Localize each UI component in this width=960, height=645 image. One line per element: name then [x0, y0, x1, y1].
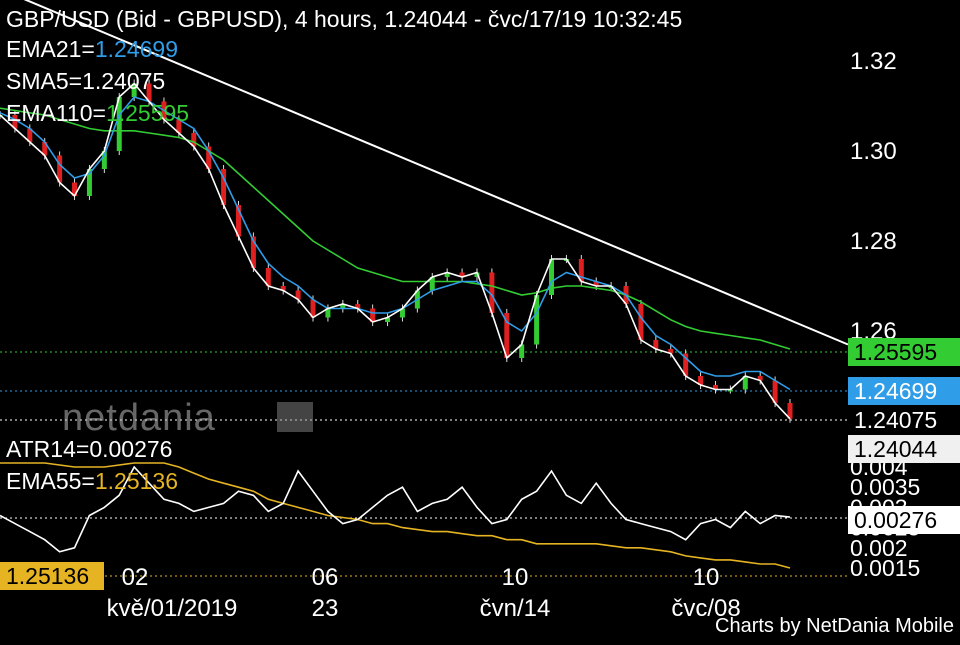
- x-tick-day-2: 10: [502, 564, 529, 591]
- atr-value: 0.00276: [89, 436, 173, 462]
- x-tick-date-2: čvn/14: [480, 595, 551, 622]
- ema55-price-tag: 1.25136: [0, 562, 104, 590]
- sma5-label: SMA5=: [6, 68, 83, 94]
- atr-legend: ATR14=0.00276: [6, 434, 172, 464]
- x-tick-day-0: 02: [122, 564, 149, 591]
- x-tick-day-3: 10: [693, 564, 720, 591]
- ema55-label: EMA55=: [6, 468, 95, 494]
- ema110-legend: EMA110=1.25595: [6, 98, 189, 128]
- chart-title: GBP/USD (Bid - GBPUSD), 4 hours, 1.24044…: [6, 6, 683, 32]
- price-y-tick-2: 1.28: [850, 228, 897, 255]
- ema110-label: EMA110=: [6, 100, 106, 126]
- ema21-label: EMA21=: [6, 36, 95, 62]
- atr-price-tag: 0.00276: [848, 506, 960, 534]
- chart-svg[interactable]: 1.321.301.281.260.0040.00350.0030.00250.…: [0, 0, 960, 640]
- x-tick-day-1: 06: [312, 564, 339, 591]
- ema110-price-tag: 1.25595: [848, 338, 960, 366]
- netdania-logo: netdania: [62, 397, 317, 439]
- ema21-legend: EMA21=1.24699: [6, 34, 178, 64]
- chart-stage[interactable]: 1.321.301.281.260.0040.00350.0030.00250.…: [0, 0, 960, 640]
- x-tick-date-0: kvě/01/2019: [107, 595, 238, 622]
- price-y-tick-0: 1.32: [850, 48, 897, 75]
- price-y-tick-1: 1.30: [850, 138, 897, 165]
- ema55-value: 1.25136: [94, 468, 178, 494]
- sma5-value: 1.24075: [82, 68, 166, 94]
- sma5-legend: SMA5=1.24075: [6, 66, 165, 96]
- ema21-price-tag: 1.24699: [848, 377, 960, 405]
- ema21-value: 1.24699: [94, 36, 178, 62]
- logo-mark-icon: [277, 402, 313, 432]
- ema55-legend: EMA55=1.25136: [6, 466, 178, 496]
- credit-text: Charts by NetDania Mobile: [715, 615, 954, 637]
- logo-text: netdania: [62, 398, 216, 438]
- x-tick-date-1: 23: [312, 595, 339, 622]
- last-price-tag: 1.24044: [848, 435, 960, 463]
- ema110-value: 1.25595: [105, 100, 190, 126]
- sma5-price-tag: 1.24075: [848, 406, 960, 434]
- atr-label: ATR14=: [6, 436, 90, 462]
- atr-y-tick-5: 0.0015: [850, 555, 920, 581]
